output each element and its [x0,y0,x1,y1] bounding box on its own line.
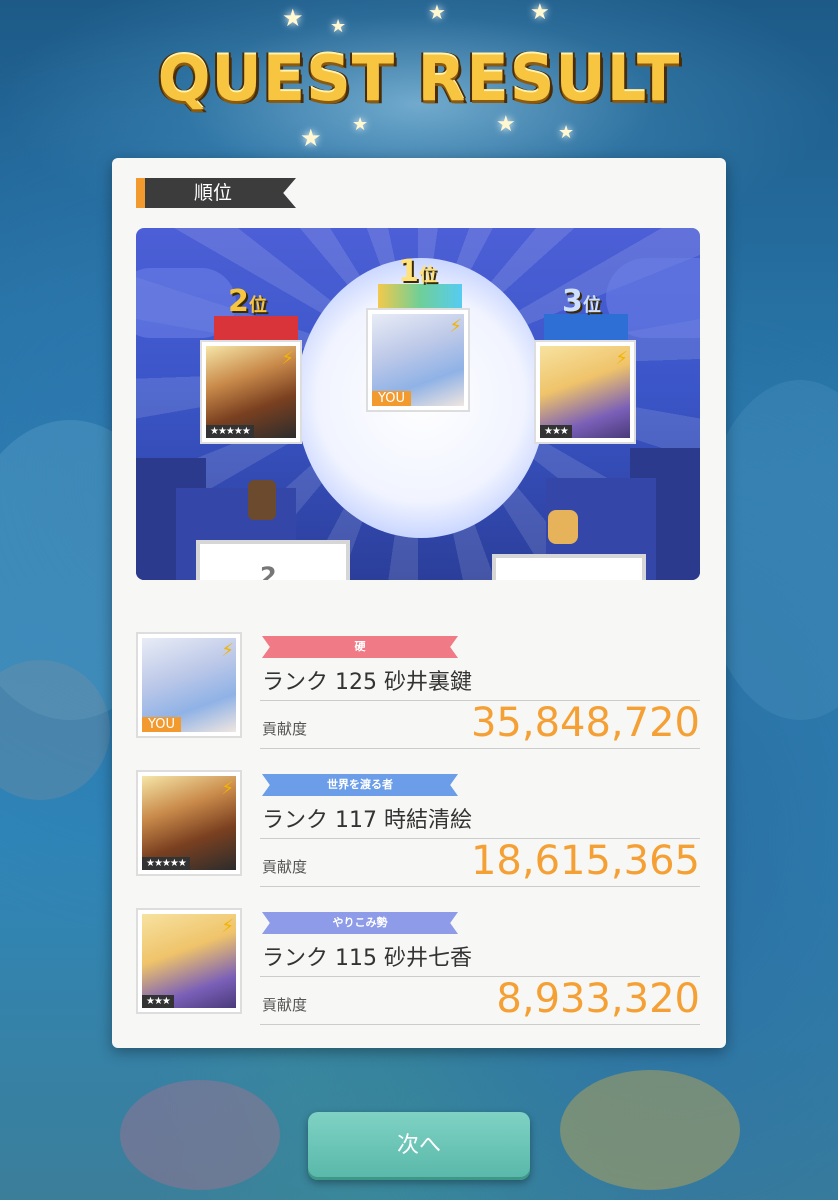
character-sprite [248,480,276,520]
sparkle-star-icon: ★ [428,0,446,24]
pedestal-second: 2 [196,540,350,580]
rarity-stars: ★★★★★ [142,857,190,870]
contribution-label: 貢献度 [262,858,308,876]
sparkle-star-icon: ★ [282,4,304,32]
next-button[interactable]: 次へ [308,1112,530,1180]
result-row[interactable]: ⚡ YOU 硬 ランク 125 砂井裏鍵 貢献度 35,848,720 [136,632,700,749]
player-portrait[interactable]: ⚡ ★★★ [136,908,242,1014]
rarity-stars: ★★★ [142,995,174,1008]
sparkle-star-icon: ★ [330,16,347,37]
lightning-icon: ⚡ [615,348,628,369]
result-row[interactable]: ⚡ ★★★★★ 世界を渡る者 ランク 117 時結清絵 貢献度 18,615,3… [136,770,700,887]
rank-label-3: 3位 [562,284,601,319]
sparkle-star-icon: ★ [352,114,369,135]
sparkle-star-icon: ★ [530,0,550,25]
rank-ribbon-2 [214,316,298,342]
character-sprite [548,510,578,544]
contribution-label: 貢献度 [262,720,308,738]
contribution-label: 貢献度 [262,996,308,1014]
first-place-portrait[interactable]: ⚡ YOU [366,308,470,412]
third-place-portrait[interactable]: ⚡ ★★★ [534,340,636,444]
result-row[interactable]: ⚡ ★★★ やりこみ勢 ランク 115 砂井七香 貢献度 8,933,320 [136,908,700,1025]
section-tab: 順位 [136,178,296,208]
rank-and-name: ランク 115 砂井七香 [262,946,472,971]
player-portrait[interactable]: ⚡ YOU [136,632,242,738]
divider [260,886,700,887]
podium-stage: 2位 1位 3位 ⚡ ★★★★★ ⚡ YOU ⚡ ★★★ 2 3 [136,228,700,580]
contribution-score: 18,615,365 [470,838,700,884]
lightning-icon: ⚡ [221,916,234,937]
you-badge: YOU [372,391,411,406]
sparkle-star-icon: ★ [300,124,322,152]
lightning-icon: ⚡ [281,348,294,369]
divider [260,1024,700,1025]
player-portrait[interactable]: ⚡ ★★★★★ [136,770,242,876]
result-panel: 順位 2位 1位 3位 ⚡ ★★★★★ ⚡ YOU ⚡ ★★★ 2 ⚡ YOU … [112,158,726,1048]
you-badge: YOU [142,717,181,732]
rank-label-2: 2位 [228,284,267,319]
lightning-icon: ⚡ [221,640,234,661]
title-badge: やりこみ勢 [262,912,458,934]
rarity-stars: ★★★★★ [206,425,254,438]
contribution-score: 35,848,720 [470,700,700,746]
title-badge: 硬 [262,636,458,658]
divider [260,748,700,749]
sparkle-star-icon: ★ [496,112,516,137]
title-badge: 世界を渡る者 [262,774,458,796]
page-title: QUEST RESULT [157,42,681,115]
background-shape [120,1080,280,1190]
rarity-stars: ★★★ [540,425,572,438]
rank-label-1: 1位 [398,254,437,289]
sparkle-star-icon: ★ [558,122,575,143]
lightning-icon: ⚡ [221,778,234,799]
rank-and-name: ランク 117 時結清絵 [262,808,472,833]
contribution-score: 8,933,320 [496,976,700,1022]
rank-and-name: ランク 125 砂井裏鍵 [262,670,472,695]
lightning-icon: ⚡ [449,316,462,337]
section-label: 順位 [194,182,233,204]
pedestal-third: 3 [492,554,646,580]
second-place-portrait[interactable]: ⚡ ★★★★★ [200,340,302,444]
background-shape [560,1070,740,1190]
